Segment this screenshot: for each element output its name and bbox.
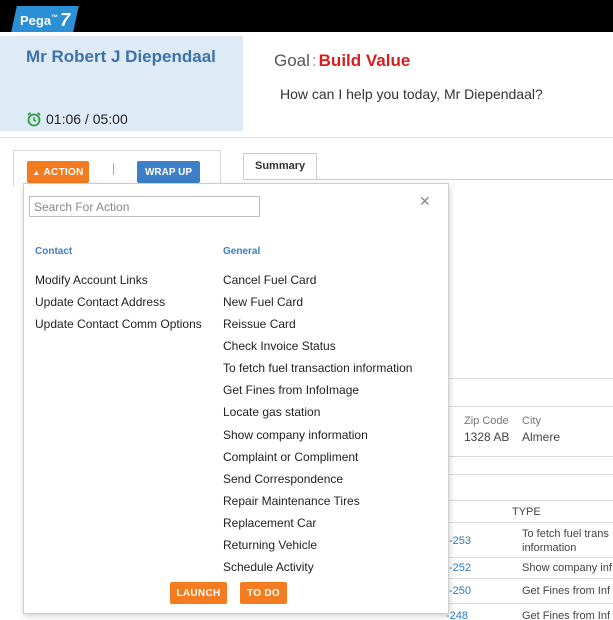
bg-divider: [449, 578, 613, 579]
menu-item-reissue-card[interactable]: Reissue Card: [223, 317, 296, 331]
menu-item-locate-gas-station[interactable]: Locate gas station: [223, 405, 320, 419]
menu-item-returning-vehicle[interactable]: Returning Vehicle: [223, 538, 317, 552]
timer-value: 01:06 / 05:00: [46, 111, 128, 127]
greeting-text: How can I help you today, Mr Diependaal?: [280, 86, 543, 102]
menu-item-replacement-car[interactable]: Replacement Car: [223, 516, 316, 530]
call-timer: 01:06 / 05:00: [26, 111, 128, 127]
case-type: To fetch fuel trans: [522, 528, 609, 540]
action-button[interactable]: ▲ ACTION: [27, 161, 89, 183]
contact-card: Mr Robert J Diependaal 01:06 / 05:00: [0, 36, 243, 131]
pega-logo-text: Pega™ 7: [20, 9, 70, 30]
search-action-input[interactable]: [29, 196, 260, 217]
header-divider: [0, 137, 613, 138]
launch-button[interactable]: LAUNCH: [170, 582, 227, 604]
bg-divider: [449, 500, 613, 501]
tab-underline: [243, 179, 613, 180]
zip-code-value: 1328 AB: [464, 430, 510, 444]
menu-item-modify-account-links[interactable]: Modify Account Links: [35, 273, 148, 287]
menu-item-schedule-activity[interactable]: Schedule Activity: [223, 560, 314, 574]
logo-tm: ™: [51, 14, 59, 22]
bg-divider: [449, 456, 613, 457]
general-heading: General: [223, 246, 261, 257]
bg-divider: [449, 378, 613, 379]
case-id-link[interactable]: -252: [449, 562, 471, 574]
bg-divider: [449, 557, 613, 558]
city-label: City: [522, 415, 541, 427]
menu-item-new-fuel-card[interactable]: New Fuel Card: [223, 295, 303, 309]
menu-item-send-correspondence[interactable]: Send Correspondence: [223, 472, 343, 486]
tab-summary[interactable]: Summary: [243, 153, 317, 179]
bg-divider: [449, 474, 613, 475]
close-icon[interactable]: ✕: [419, 193, 431, 210]
menu-item-complaint-or-compliment[interactable]: Complaint or Compliment: [223, 450, 358, 464]
contact-heading: Contact: [35, 246, 73, 257]
goal-label: Goal: [274, 51, 310, 70]
menu-item-update-contact-address[interactable]: Update Contact Address: [35, 295, 165, 309]
logo-brand: Pega: [20, 13, 52, 28]
goal-value: Build Value: [318, 51, 411, 70]
menu-item-get-fines[interactable]: Get Fines from InfoImage: [223, 383, 359, 397]
city-value: Almere: [522, 430, 561, 444]
case-type: Get Fines from Inf: [522, 585, 611, 597]
menu-item-show-company-information[interactable]: Show company information: [223, 428, 368, 442]
zip-code-label: Zip Code: [464, 415, 509, 427]
action-menu: ✕ Contact General Modify Account Links U…: [23, 183, 449, 614]
logo-version: 7: [60, 10, 71, 30]
goal: Goal: Build Value: [274, 51, 410, 71]
toolbar-separator: [113, 163, 114, 175]
case-id-link[interactable]: -248: [446, 610, 468, 620]
wrap-up-button[interactable]: WRAP UP: [137, 161, 200, 183]
bg-divider: [449, 603, 613, 604]
case-id-link[interactable]: -250: [449, 585, 471, 597]
bg-divider: [449, 522, 613, 523]
todo-button[interactable]: TO DO: [240, 582, 287, 604]
alarm-clock-icon: [27, 112, 41, 127]
type-column-header: TYPE: [512, 506, 541, 518]
action-button-label: ACTION: [43, 166, 84, 178]
case-id-link[interactable]: -253: [449, 535, 471, 547]
case-type-line2: information: [522, 542, 577, 554]
menu-item-repair-maintenance-tires[interactable]: Repair Maintenance Tires: [223, 494, 360, 508]
goal-separator: :: [311, 51, 317, 70]
caret-up-icon: ▲: [32, 167, 41, 177]
menu-item-check-invoice-status[interactable]: Check Invoice Status: [223, 339, 336, 353]
menu-item-cancel-fuel-card[interactable]: Cancel Fuel Card: [223, 273, 316, 287]
top-bar: [0, 0, 613, 32]
case-type: Get Fines from Inf: [522, 610, 611, 620]
contact-name[interactable]: Mr Robert J Diependaal: [26, 46, 236, 68]
menu-item-fetch-fuel-transaction[interactable]: To fetch fuel transaction information: [223, 361, 412, 375]
menu-item-update-contact-comm-options[interactable]: Update Contact Comm Options: [35, 317, 202, 331]
case-type: Show company inf: [522, 562, 612, 574]
bg-divider: [449, 406, 613, 407]
